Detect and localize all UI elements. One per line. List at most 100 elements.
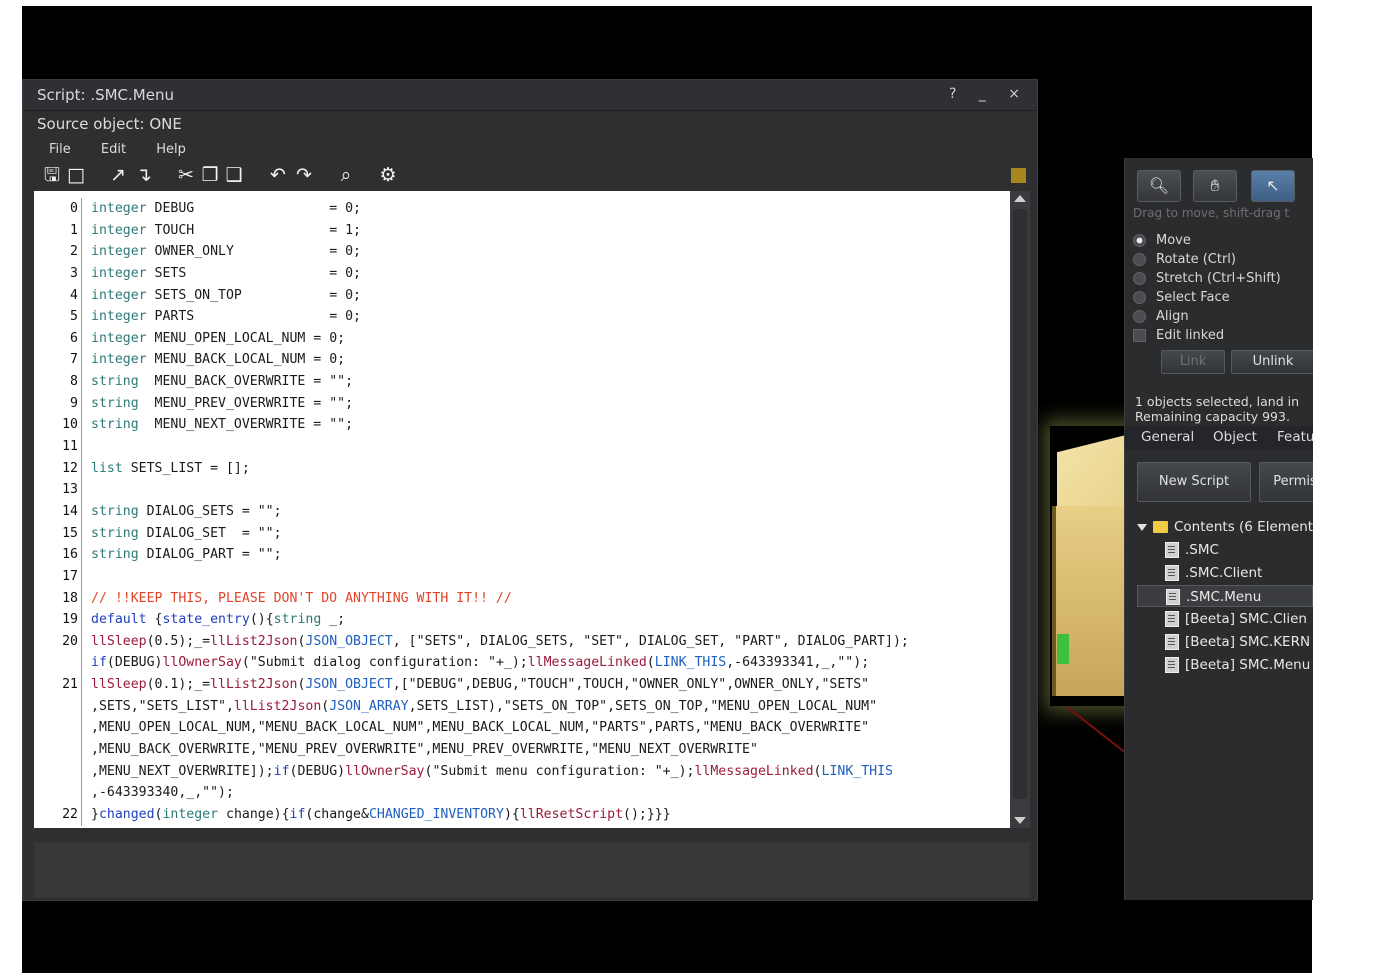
- menu-edit[interactable]: Edit: [101, 142, 126, 157]
- menu-help[interactable]: Help: [156, 142, 186, 157]
- code-line[interactable]: ,MENU_BACK_OVERWRITE,"MENU_PREV_OVERWRIT…: [34, 739, 1010, 761]
- mode-rotate[interactable]: Rotate (Ctrl): [1133, 250, 1236, 269]
- inventory-item-selected[interactable]: .SMC.Menu: [1137, 585, 1313, 607]
- code-line[interactable]: 9 string MENU_PREV_OVERWRITE = "";: [34, 392, 1010, 415]
- pointer-icon[interactable]: ↖: [1251, 170, 1295, 202]
- link-button[interactable]: Link: [1161, 350, 1225, 374]
- mode-align[interactable]: Align: [1133, 307, 1189, 326]
- script-icon: [1166, 589, 1180, 605]
- code-line[interactable]: 11: [34, 436, 1010, 458]
- code-line[interactable]: 4 integer SETS_ON_TOP = 0;: [34, 284, 1010, 307]
- code-line[interactable]: 22}changed(integer change){if(change&CHA…: [34, 803, 1010, 826]
- code-line[interactable]: 8 string MENU_BACK_OVERWRITE = "";: [34, 371, 1010, 393]
- radio-icon[interactable]: [1133, 272, 1146, 285]
- code-line[interactable]: 13: [34, 479, 1010, 501]
- code-token: (0.5);_=: [146, 633, 211, 649]
- tab-general[interactable]: General: [1141, 429, 1194, 445]
- code-line[interactable]: 20 llSleep(0.5);_=llList2Json(JSON_OBJECT…: [34, 630, 1010, 653]
- code-line[interactable]: if(DEBUG)llOwnerSay("Submit dialog confi…: [34, 652, 1010, 675]
- code-editor[interactable]: 0 integer DEBUG = 0; 1 integer TOUCH = 1; 2 i…: [34, 191, 1010, 828]
- code-line[interactable]: 0 integer DEBUG = 0;: [34, 198, 1010, 220]
- code-line[interactable]: 6 integer MENU_OPEN_LOCAL_NUM = 0;: [34, 327, 1010, 350]
- radio-icon[interactable]: [1133, 234, 1146, 247]
- code-line[interactable]: 21 llSleep(0.1);_=llList2Json(JSON_OBJECT…: [34, 674, 1010, 696]
- menu-file[interactable]: File: [49, 142, 71, 157]
- code-line[interactable]: ,-643393340,_,"");: [34, 782, 1010, 804]
- cut-icon[interactable]: ✂: [175, 164, 197, 186]
- code-line[interactable]: ,MENU_OPEN_LOCAL_NUM,"MENU_BACK_LOCAL_NU…: [34, 717, 1010, 740]
- expand-arrow-icon[interactable]: [1137, 523, 1147, 531]
- radio-icon[interactable]: [1133, 291, 1146, 304]
- code-line[interactable]: 17: [34, 565, 1010, 588]
- scroll-thumb[interactable]: [1013, 209, 1027, 799]
- copy-icon[interactable]: ❐: [199, 164, 221, 186]
- code-token: DEBUG = 0;: [146, 201, 361, 216]
- code-token: , ["SETS", DIALOG_SETS, "SET", DIALOG_SE…: [392, 633, 909, 649]
- edit-linked-checkbox[interactable]: Edit linked: [1133, 326, 1224, 345]
- green-axis-handle[interactable]: [1057, 634, 1069, 664]
- inventory-item[interactable]: [Beeta] SMC.KERN: [1165, 631, 1310, 653]
- save-icon[interactable]: 🖫: [41, 164, 63, 186]
- magnifier-icon[interactable]: 🔍︎: [1137, 170, 1181, 202]
- code-line[interactable]: 10 string MENU_NEXT_OVERWRITE = "";: [34, 414, 1010, 437]
- code-token: string: [91, 374, 139, 390]
- code-token: ("Submit dialog configuration: "+_);: [241, 655, 528, 671]
- inventory-item[interactable]: .SMC: [1165, 539, 1219, 561]
- code-line[interactable]: 5 integer PARTS = 0;: [34, 306, 1010, 328]
- code-line[interactable]: 1 integer TOUCH = 1;: [34, 219, 1010, 242]
- code-token: llList2Json: [210, 633, 298, 649]
- settings-icon[interactable]: ⚙: [377, 164, 399, 186]
- code-line[interactable]: 12 list SETS_LIST = [];: [34, 457, 1010, 480]
- code-token: LINK_THIS: [654, 655, 727, 671]
- code-line[interactable]: 7 integer MENU_BACK_LOCAL_NUM = 0;: [34, 349, 1010, 372]
- code-token: string: [273, 612, 322, 628]
- inventory-item[interactable]: [Beeta] SMC.Clien: [1165, 608, 1307, 630]
- line-number: 22: [34, 803, 82, 826]
- tab-features[interactable]: Featu: [1277, 429, 1313, 445]
- line-number: 21: [34, 674, 82, 696]
- new-script-button[interactable]: New Script: [1137, 462, 1251, 502]
- line-text: ,MENU_OPEN_LOCAL_NUM,"MENU_BACK_LOCAL_NU…: [82, 717, 869, 739]
- inventory-item[interactable]: [Beeta] SMC.Menu: [1165, 654, 1310, 676]
- load-icon[interactable]: ↗: [107, 164, 129, 186]
- undo-icon[interactable]: ↶: [267, 164, 289, 186]
- scroll-down-icon[interactable]: [1014, 817, 1026, 824]
- find-icon[interactable]: ⌕: [335, 164, 357, 186]
- code-token: PARTS = 0;: [146, 309, 361, 325]
- line-number: 18: [34, 587, 82, 610]
- hand-icon[interactable]: ✋︎: [1193, 170, 1237, 202]
- mode-select-face[interactable]: Select Face: [1133, 288, 1230, 307]
- code-token: llSleep: [91, 677, 147, 693]
- inventory-item[interactable]: .SMC.Client: [1165, 562, 1262, 584]
- vertical-scrollbar[interactable]: [1010, 191, 1030, 828]
- window-controls[interactable]: ? _ ×: [949, 86, 1029, 102]
- radio-icon[interactable]: [1133, 310, 1146, 323]
- code-line[interactable]: 2 integer OWNER_ONLY = 0;: [34, 241, 1010, 263]
- contents-folder[interactable]: Contents (6 Element: [1137, 516, 1313, 538]
- paste-icon[interactable]: ❑: [223, 164, 245, 186]
- save-as-icon[interactable]: □: [65, 164, 87, 186]
- code-line[interactable]: ,MENU_NEXT_OVERWRITE]);if(DEBUG)llOwnerS…: [34, 760, 1010, 783]
- code-line[interactable]: 19 default {state_entry(){string _;: [34, 609, 1010, 631]
- code-line[interactable]: 16 string DIALOG_PART = "";: [34, 544, 1010, 566]
- code-line[interactable]: 3 integer SETS = 0;: [34, 262, 1010, 285]
- save-to-disk-icon[interactable]: ↴: [133, 164, 155, 186]
- code-line[interactable]: 18 // !!KEEP THIS, PLEASE DON'T DO ANYTHI…: [34, 587, 1010, 610]
- mode-stretch[interactable]: Stretch (Ctrl+Shift): [1133, 269, 1281, 288]
- scroll-up-icon[interactable]: [1014, 195, 1026, 202]
- code-line[interactable]: 14 string DIALOG_SETS = "";: [34, 500, 1010, 523]
- permissions-button[interactable]: Permis: [1259, 462, 1313, 502]
- unlink-button[interactable]: Unlink: [1231, 350, 1313, 374]
- code-line[interactable]: 15 string DIALOG_SET = "";: [34, 522, 1010, 545]
- radio-icon[interactable]: [1133, 253, 1146, 266]
- code-line[interactable]: ,SETS,"SETS_LIST",llList2Json(JSON_ARRAY…: [34, 695, 1010, 718]
- tab-object[interactable]: Object: [1213, 429, 1257, 445]
- line-text: integer SETS_ON_TOP = 0;: [82, 285, 361, 307]
- redo-icon[interactable]: ↷: [293, 164, 315, 186]
- line-text: [82, 479, 91, 501]
- line-number: 17: [34, 565, 82, 588]
- mode-move[interactable]: Move: [1133, 231, 1191, 250]
- code-token: (DEBUG): [106, 655, 163, 671]
- title-bar[interactable]: Script: .SMC.Menu ? _ ×: [23, 80, 1037, 111]
- checkbox-icon[interactable]: [1133, 329, 1146, 342]
